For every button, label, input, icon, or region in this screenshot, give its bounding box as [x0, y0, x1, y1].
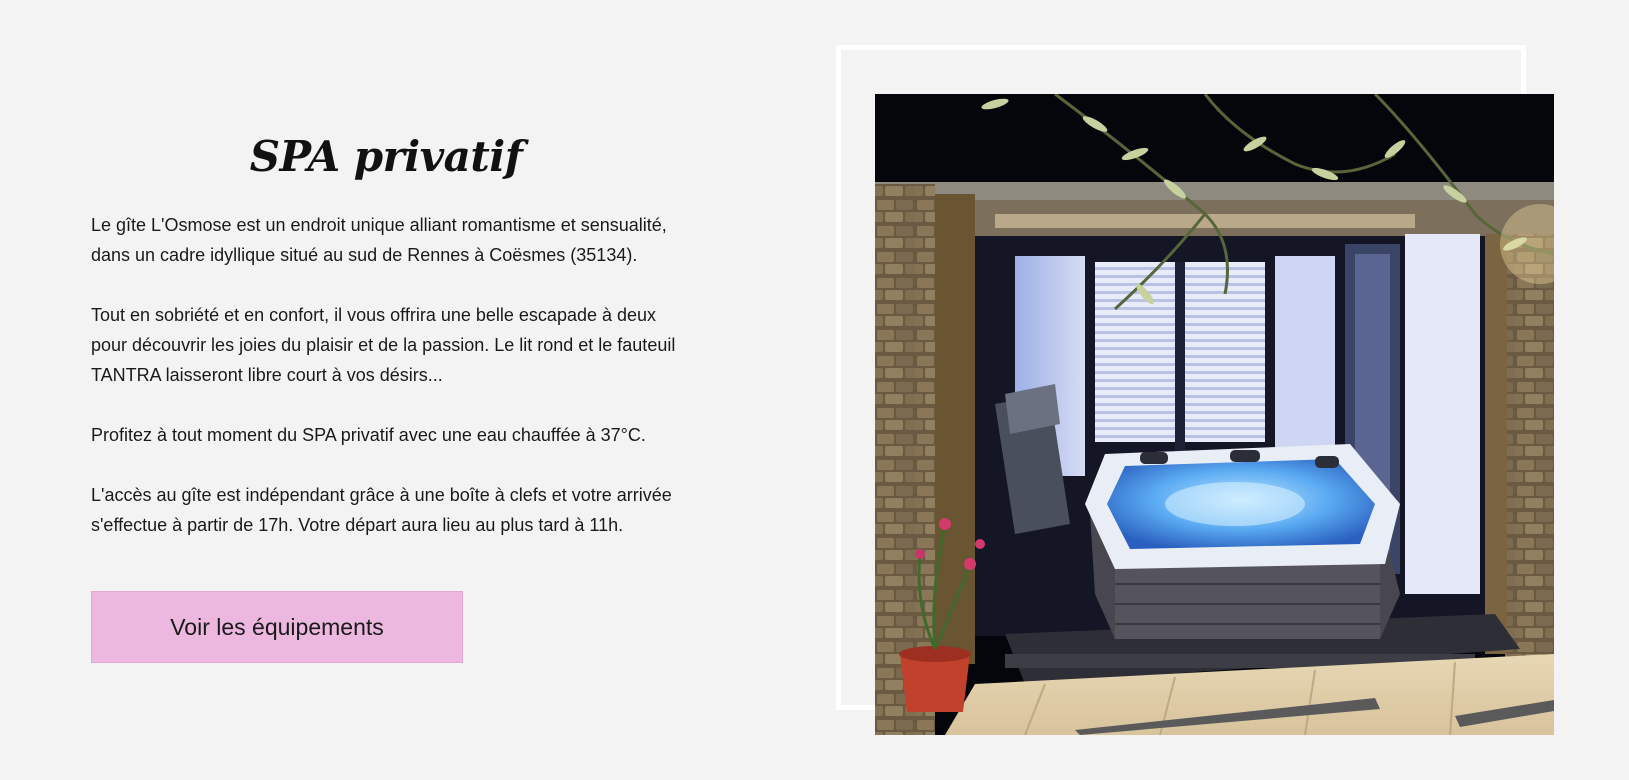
description: Le gîte L'Osmose est un endroit unique a… [91, 210, 681, 570]
section-title: SPA privatif [249, 132, 523, 181]
paragraph-intro: Le gîte L'Osmose est un endroit unique a… [91, 215, 667, 265]
see-equipment-button[interactable]: Voir les équipements [91, 591, 463, 663]
paragraph-comfort: Tout en sobriété et en confort, il vous … [91, 305, 676, 385]
paragraph-access: L'accès au gîte est indépendant grâce à … [91, 485, 672, 535]
spa-photo [875, 94, 1554, 735]
paragraph-spa: Profitez à tout moment du SPA privatif a… [91, 425, 646, 445]
